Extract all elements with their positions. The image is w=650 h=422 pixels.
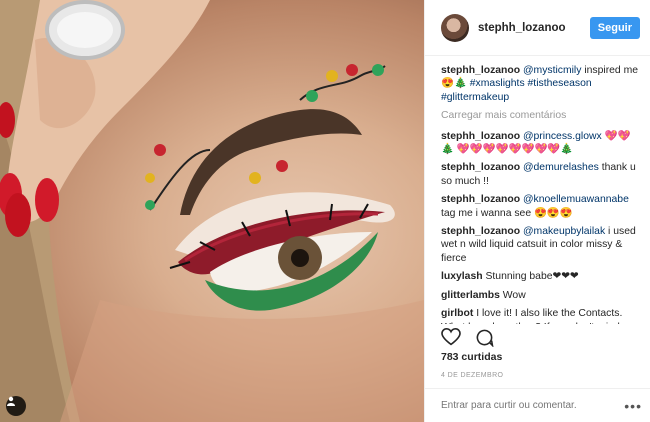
list-item: luxylash Stunning babe❤❤❤ [441, 270, 640, 283]
list-item: glitterlambs Wow [441, 289, 640, 302]
makeup-eye-illustration [0, 0, 424, 422]
likes-count[interactable]: 783 curtidas [441, 351, 502, 363]
comment-username[interactable]: stephh_lozanoo [441, 194, 520, 205]
post-author-username[interactable]: stephh_lozanoo [478, 22, 590, 34]
comment-text: Stunning babe❤❤❤ [482, 271, 579, 283]
comment-username[interactable]: glitterlambs [441, 290, 500, 301]
comment-username[interactable]: girlbot [441, 308, 473, 319]
avatar[interactable] [441, 13, 469, 42]
caption: stephh_lozanoo @mysticmily inspired me 😍… [441, 64, 640, 104]
list-item: stephh_lozanoo @makeupbylailak i used we… [441, 225, 640, 265]
comment-mention[interactable]: @makeupbylailak [523, 226, 605, 237]
comment-mention[interactable]: @knoellemuawannabe [523, 194, 629, 205]
user-tag-icon[interactable] [6, 396, 26, 416]
comment-icon[interactable] [475, 328, 494, 347]
comment-username[interactable]: stephh_lozanoo [441, 162, 520, 173]
heart-icon[interactable] [441, 328, 461, 346]
action-bar [441, 328, 494, 347]
comments-list: stephh_lozanoo @mysticmily inspired me 😍… [425, 56, 650, 324]
comment-mention[interactable]: @demurelashes [523, 162, 599, 173]
comment-username[interactable]: luxylash [441, 271, 483, 282]
load-more-comments[interactable]: Carregar mais comentários [441, 109, 640, 122]
comment-text: tag me i wanna see 😍😍😍 [441, 207, 573, 219]
list-item: stephh_lozanoo @demurelashes thank u so … [441, 161, 640, 188]
instagram-post: stephh_lozanoo Seguir stephh_lozanoo @my… [0, 0, 650, 422]
comment-text: Wow [499, 289, 526, 301]
caption-mention[interactable]: @mysticmily [523, 65, 581, 76]
post-photo[interactable] [0, 0, 424, 422]
list-item: stephh_lozanoo @knoellemuawannabe tag me… [441, 193, 640, 220]
post-date: 4 DE DEZEMBRO [441, 372, 504, 379]
comment-username[interactable]: stephh_lozanoo [441, 226, 520, 237]
caption-username[interactable]: stephh_lozanoo [441, 65, 520, 76]
add-comment-input[interactable] [441, 400, 625, 411]
list-item: girlbot I love it! I also like the Conta… [441, 307, 640, 324]
comment-mention[interactable]: @princess.glowx [523, 131, 602, 142]
more-options-button[interactable]: ••• [624, 398, 642, 414]
follow-button[interactable]: Seguir [589, 16, 640, 39]
post-header: stephh_lozanoo Seguir [425, 0, 650, 56]
post-side-panel: stephh_lozanoo Seguir stephh_lozanoo @my… [424, 0, 650, 422]
comment-footer: ••• [425, 388, 650, 422]
list-item: stephh_lozanoo @princess.glowx 💖💖🎄 💖💖💖💖💖… [441, 130, 640, 157]
comment-username[interactable]: stephh_lozanoo [441, 131, 520, 142]
